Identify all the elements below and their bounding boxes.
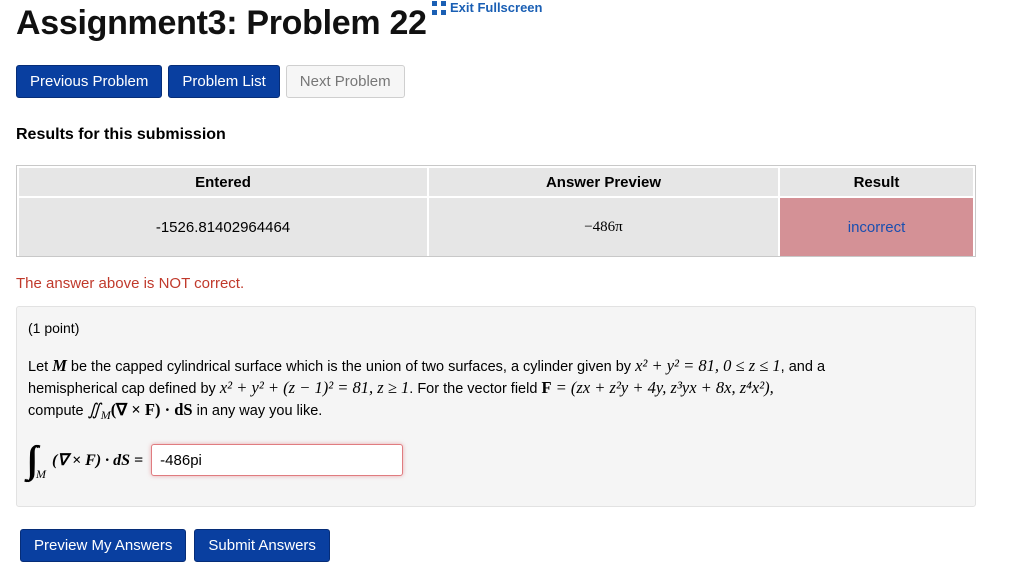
problem-statement-line-3: compute ∬M(∇ × F) · dS in any way you li… xyxy=(28,399,322,426)
statement-text: compute xyxy=(28,403,88,419)
exit-fullscreen-label: Exit Fullscreen xyxy=(450,0,543,15)
result-status: incorrect xyxy=(780,198,973,256)
answer-preview: −486π xyxy=(429,198,778,256)
statement-text: be the capped cylindrical surface which … xyxy=(66,359,636,375)
answer-row: ∫∫ M (∇ × F) · dS = xyxy=(28,437,404,483)
problem-points: (1 point) xyxy=(28,320,80,336)
column-header-answer-preview: Answer Preview xyxy=(429,168,778,196)
math-curl-expression: (∇ × F) · dS xyxy=(110,400,193,419)
math-integral-subscript: M xyxy=(100,407,111,422)
column-header-entered: Entered xyxy=(19,168,427,196)
statement-text: Let xyxy=(28,359,53,375)
math-double-integral: ∬ xyxy=(87,400,101,419)
math-surface-symbol: M xyxy=(52,356,67,375)
statement-text: . For the vector field xyxy=(409,381,542,397)
statement-text: hemispherical cap defined by xyxy=(28,381,220,397)
answer-actions: Preview My Answers Submit Answers xyxy=(20,529,330,562)
problem-statement-line-2: hemispherical cap defined by x² + y² + (… xyxy=(28,377,774,400)
results-table: Entered Answer Preview Result -1526.8140… xyxy=(16,165,976,257)
math-field-definition: = (zx + z²y + 4y, z³yx + 8x, z⁴x²), xyxy=(551,378,774,397)
submit-answers-button[interactable]: Submit Answers xyxy=(194,529,330,562)
problem-nav: Previous Problem Problem List Next Probl… xyxy=(16,65,405,98)
column-header-result: Result xyxy=(780,168,973,196)
table-header-row: Entered Answer Preview Result xyxy=(19,168,973,196)
problem-list-button[interactable]: Problem List xyxy=(168,65,280,98)
entered-value: -1526.81402964464 xyxy=(19,198,427,256)
math-field-symbol: F xyxy=(541,378,552,397)
exit-fullscreen-link[interactable]: Exit Fullscreen xyxy=(432,0,542,15)
problem-panel: (1 point) Let M be the capped cylindrica… xyxy=(16,306,976,507)
previous-problem-button[interactable]: Previous Problem xyxy=(16,65,163,98)
incorrect-warning: The answer above is NOT correct. xyxy=(16,275,245,292)
integral-subscript: M xyxy=(36,466,46,481)
statement-text: , and a xyxy=(780,359,826,375)
answer-expression: (∇ × F) · dS = xyxy=(52,452,144,469)
math-cylinder-equation: x² + y² = 81, 0 ≤ z ≤ 1 xyxy=(635,356,781,375)
statement-text: in any way you like. xyxy=(192,403,323,419)
problem-statement-line-1: Let M be the capped cylindrical surface … xyxy=(28,355,825,378)
next-problem-button[interactable]: Next Problem xyxy=(285,65,405,98)
table-row: -1526.81402964464 −486π incorrect xyxy=(19,198,973,256)
results-heading: Results for this submission xyxy=(16,126,226,143)
math-cap-equation: x² + y² + (z − 1)² = 81, z ≥ 1 xyxy=(219,378,410,397)
fullscreen-icon xyxy=(432,0,446,15)
answer-input[interactable] xyxy=(151,444,404,476)
page-title: Assignment3: Problem 22 xyxy=(16,4,427,42)
preview-answers-button[interactable]: Preview My Answers xyxy=(20,529,187,562)
